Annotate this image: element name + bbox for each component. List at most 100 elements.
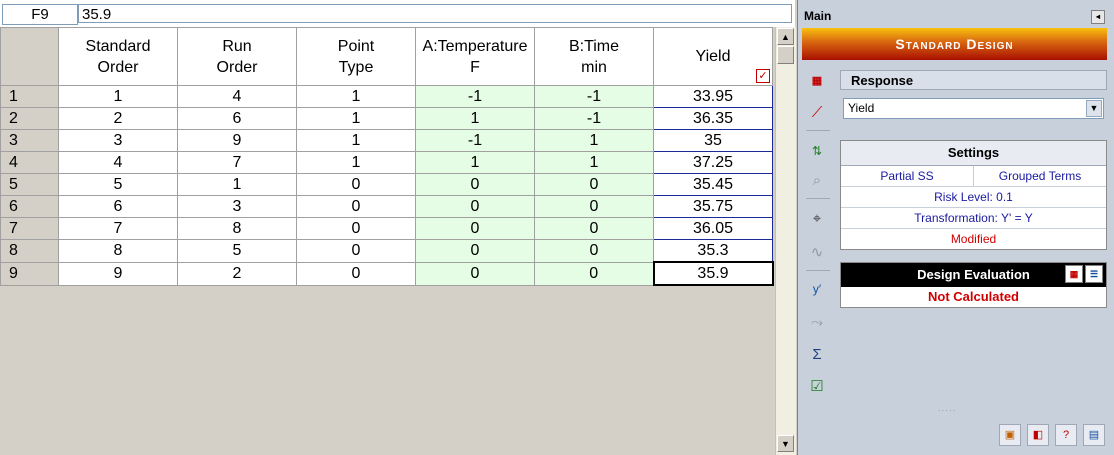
- grid-cell[interactable]: 2: [58, 107, 178, 130]
- grid-cell[interactable]: 0: [415, 239, 535, 263]
- row-header[interactable]: 3: [0, 129, 59, 152]
- grid-cell[interactable]: 0: [296, 173, 416, 196]
- scroll-down-button[interactable]: ▼: [777, 435, 794, 452]
- checklist-icon[interactable]: ☑: [806, 376, 828, 398]
- grid-cell[interactable]: 6: [58, 195, 178, 218]
- grid-cell[interactable]: 7: [177, 151, 297, 174]
- scroll-thumb[interactable]: [777, 46, 794, 64]
- export-icon[interactable]: ▣: [999, 424, 1021, 446]
- grid-cell[interactable]: 0: [534, 261, 654, 286]
- grid-cell[interactable]: 0: [534, 239, 654, 263]
- response-dropdown[interactable]: Yield ▼: [843, 98, 1104, 119]
- evaluation-table-icon[interactable]: ▦: [1065, 265, 1083, 283]
- grid-cell[interactable]: 35: [653, 129, 773, 152]
- column-header-point-type[interactable]: Point Type: [296, 27, 416, 86]
- grid-cell[interactable]: 1: [296, 151, 416, 174]
- evaluation-list-icon[interactable]: ☰: [1085, 265, 1103, 283]
- grid-cell[interactable]: 0: [534, 217, 654, 240]
- sigma-icon[interactable]: Σ: [806, 344, 828, 366]
- column-header-time[interactable]: B:Time min: [534, 27, 654, 86]
- grid-cell[interactable]: 9: [58, 261, 178, 286]
- grid-cell[interactable]: 1: [415, 107, 535, 130]
- grid-cell[interactable]: 3: [58, 129, 178, 152]
- grid-cell[interactable]: 0: [415, 261, 535, 286]
- grid-cell[interactable]: 8: [177, 217, 297, 240]
- grid-cell[interactable]: 0: [296, 217, 416, 240]
- target-icon[interactable]: ⌖: [806, 208, 828, 230]
- grid-cell[interactable]: 1: [58, 85, 178, 108]
- grid-cell[interactable]: 8: [58, 239, 178, 263]
- grid-cell[interactable]: 0: [415, 173, 535, 196]
- grid-cell[interactable]: 4: [177, 85, 297, 108]
- grid-cell[interactable]: 36.35: [653, 107, 773, 130]
- grid-cell[interactable]: 1: [415, 151, 535, 174]
- grid-cell[interactable]: 0: [415, 217, 535, 240]
- grid-cell[interactable]: 1: [534, 129, 654, 152]
- scroll-up-button[interactable]: ▲: [777, 28, 794, 45]
- grid-cell[interactable]: 35.75: [653, 195, 773, 218]
- grid-cell[interactable]: 5: [177, 239, 297, 263]
- curve-icon[interactable]: ∿: [806, 242, 828, 264]
- grouped-terms-option[interactable]: Grouped Terms: [974, 166, 1106, 186]
- vertical-scrollbar[interactable]: ▲ ▼: [775, 27, 796, 455]
- grid-cell[interactable]: 0: [296, 239, 416, 263]
- grid-cell[interactable]: 0: [296, 195, 416, 218]
- grid-cell[interactable]: 0: [534, 173, 654, 196]
- grid-cell[interactable]: 33.95: [653, 85, 773, 108]
- grid-cell[interactable]: 3: [177, 195, 297, 218]
- grid-cell[interactable]: 35.9: [652, 261, 774, 286]
- grid-cell[interactable]: 4: [58, 151, 178, 174]
- grid-cell[interactable]: 1: [177, 173, 297, 196]
- column-header-temperature[interactable]: A:Temperature F: [415, 27, 535, 86]
- column-header-standard-order[interactable]: Standard Order: [58, 27, 178, 86]
- scatter-plot-icon[interactable]: ⟋: [806, 102, 828, 124]
- grid-cell[interactable]: 0: [534, 195, 654, 218]
- row-header[interactable]: 5: [0, 173, 59, 196]
- partial-ss-option[interactable]: Partial SS: [841, 166, 974, 186]
- collapse-panel-icon[interactable]: ◂: [1091, 10, 1105, 24]
- grid-cell[interactable]: 1: [296, 107, 416, 130]
- row-header[interactable]: 9: [0, 261, 59, 286]
- window-icon[interactable]: ▤: [1083, 424, 1105, 446]
- cell-value-input[interactable]: 35.9: [78, 4, 792, 23]
- help-icon[interactable]: ?: [1055, 424, 1077, 446]
- grid-cell[interactable]: -1: [534, 85, 654, 108]
- column-header-yield[interactable]: Yield ✓: [653, 27, 773, 86]
- grid-cell[interactable]: 35.3: [653, 239, 773, 263]
- column-header-run-order[interactable]: Run Order: [177, 27, 297, 86]
- grid-cell[interactable]: 1: [296, 129, 416, 152]
- grid-cell[interactable]: 9: [177, 129, 297, 152]
- sort-icon[interactable]: ⇅: [806, 140, 828, 162]
- grid-cell[interactable]: 5: [58, 173, 178, 196]
- grid-cell[interactable]: 7: [58, 217, 178, 240]
- zoom-plot-icon[interactable]: ⌕: [806, 170, 828, 192]
- grid-cell[interactable]: 0: [296, 261, 416, 286]
- report-icon[interactable]: ◧: [1027, 424, 1049, 446]
- risk-level-setting[interactable]: Risk Level: 0.1: [841, 187, 1106, 208]
- grid-cell[interactable]: -1: [415, 129, 535, 152]
- grid-cell[interactable]: 1: [296, 85, 416, 108]
- grid-cell[interactable]: 2: [177, 261, 297, 286]
- row-header[interactable]: 6: [0, 195, 59, 218]
- corner-cell[interactable]: [0, 27, 59, 86]
- row-header[interactable]: 2: [0, 107, 59, 130]
- row-header[interactable]: 7: [0, 217, 59, 240]
- row-header[interactable]: 8: [0, 239, 59, 263]
- transform-icon[interactable]: y′: [806, 278, 828, 300]
- response-checkbox-icon[interactable]: ✓: [756, 69, 770, 83]
- grid-cell[interactable]: -1: [415, 85, 535, 108]
- row-header[interactable]: 1: [0, 85, 59, 108]
- cell-reference-box[interactable]: F9: [2, 4, 78, 25]
- trend-icon[interactable]: ⤳: [806, 312, 828, 334]
- grid-cell[interactable]: 1: [534, 151, 654, 174]
- grid-cell[interactable]: -1: [534, 107, 654, 130]
- row-header[interactable]: 4: [0, 151, 59, 174]
- transformation-setting[interactable]: Transformation: Y' = Y: [841, 208, 1106, 229]
- resize-grip-icon[interactable]: ·····: [938, 407, 968, 415]
- table-icon[interactable]: ▦: [806, 70, 828, 92]
- grid-cell[interactable]: 37.25: [653, 151, 773, 174]
- grid-cell[interactable]: 0: [415, 195, 535, 218]
- grid-cell[interactable]: 35.45: [653, 173, 773, 196]
- grid-cell[interactable]: 36.05: [653, 217, 773, 240]
- grid-cell[interactable]: 6: [177, 107, 297, 130]
